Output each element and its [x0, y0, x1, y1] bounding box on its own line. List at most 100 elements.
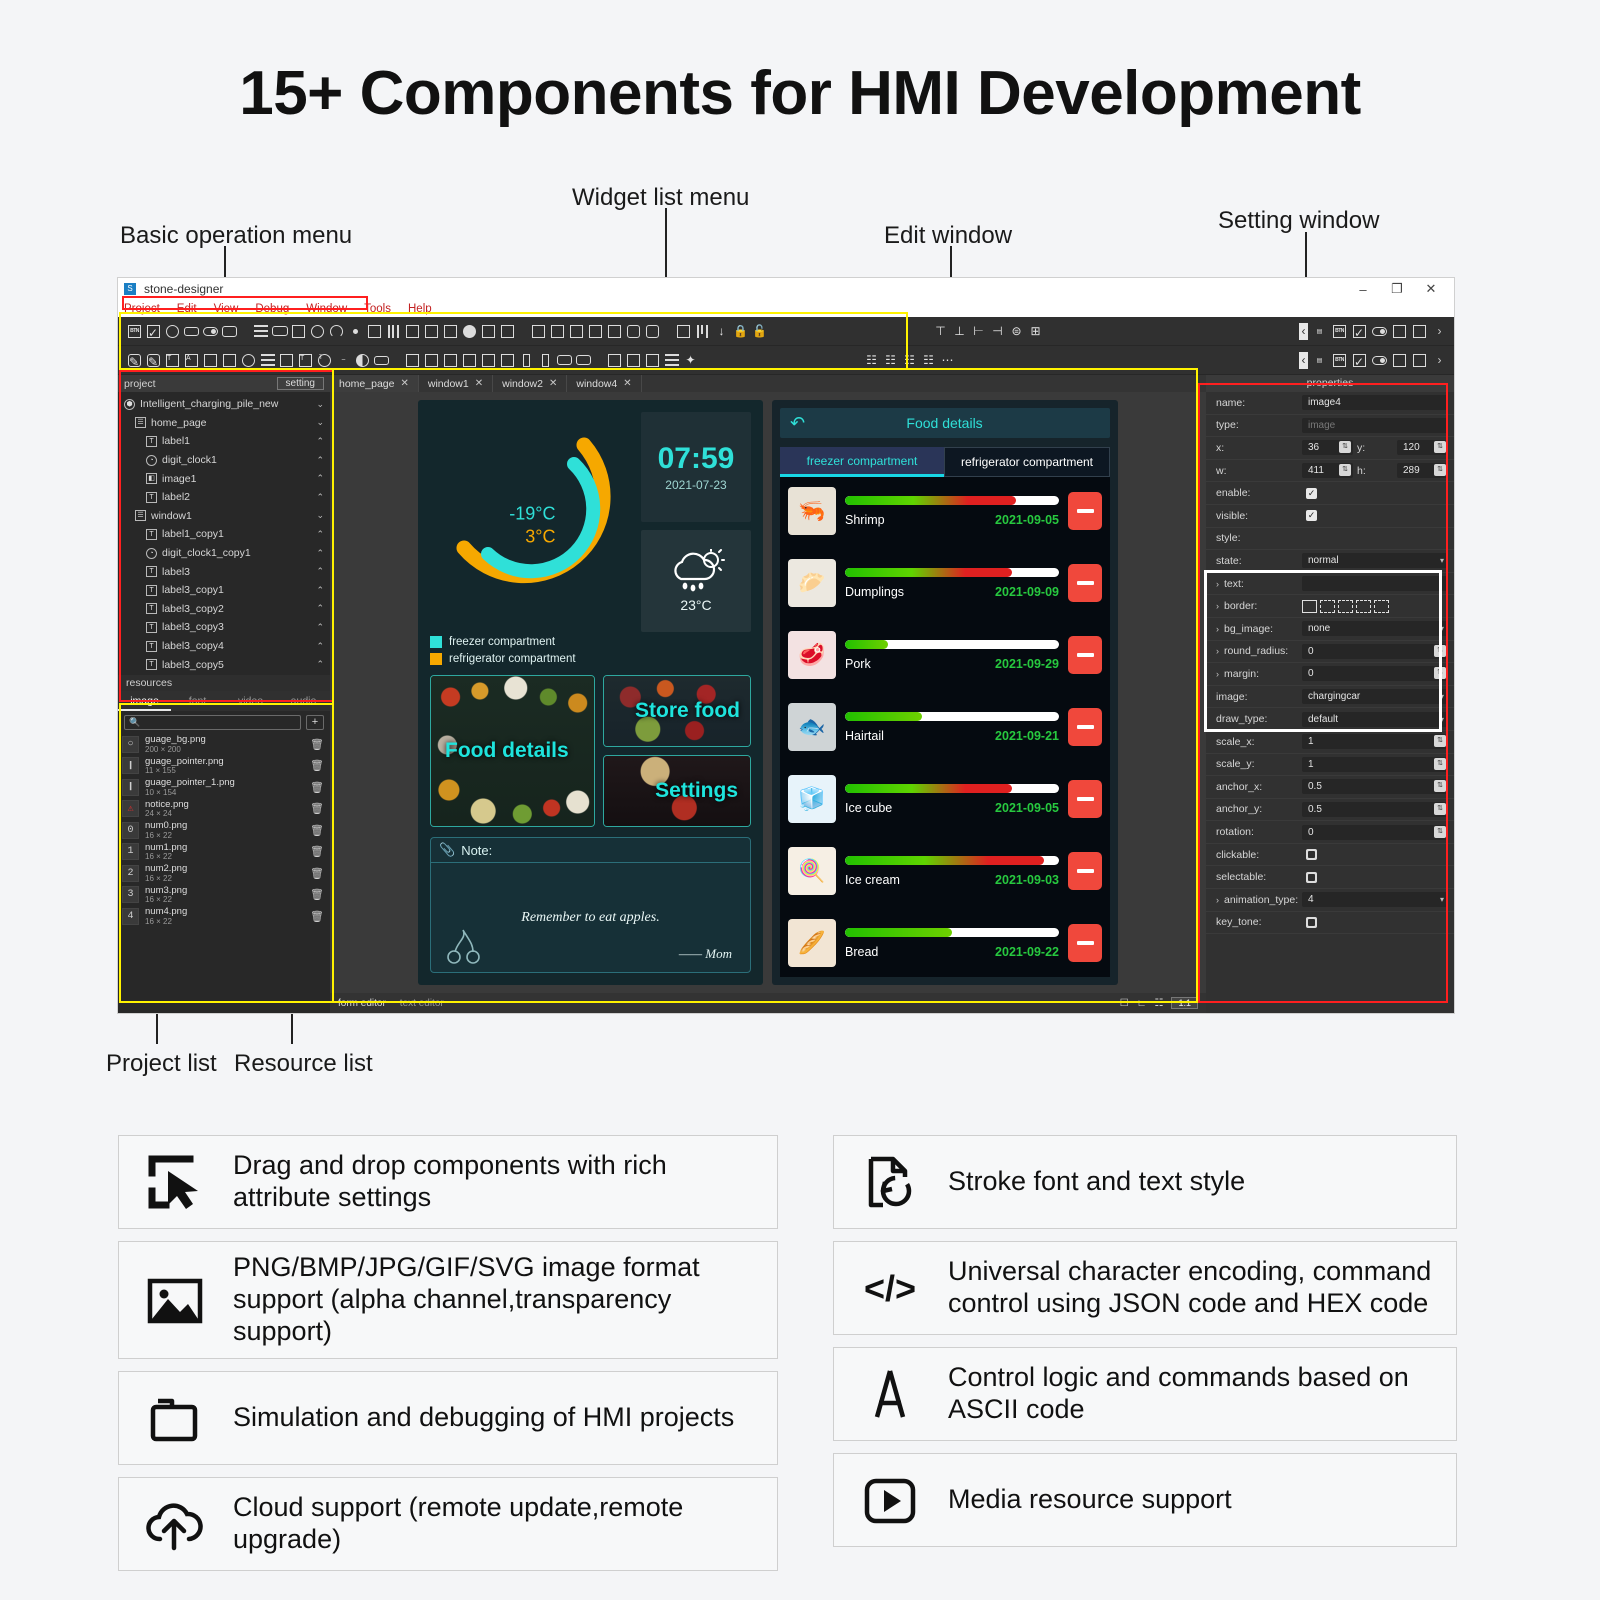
document-tab[interactable]: window4 ✕: [567, 375, 642, 392]
chart4-widget-icon[interactable]: [606, 323, 623, 340]
chevron-down-icon[interactable]: ⌄: [316, 417, 324, 428]
grid-icon[interactable]: ☷: [1155, 998, 1164, 1009]
property-number-input[interactable]: 411 ⇅: [1302, 463, 1353, 479]
menu-item-debug[interactable]: Debug: [255, 303, 289, 315]
spinner-icon[interactable]: ⇅: [1434, 644, 1446, 657]
spinner-icon[interactable]: ⇅: [1434, 735, 1446, 748]
tree-node[interactable]: ◔ digit_clock1 ⌃: [118, 451, 330, 470]
tree-node[interactable]: Tlabel3_copy3 ⌃: [118, 618, 330, 637]
tab-font[interactable]: font: [171, 691, 224, 711]
resource-item[interactable]: 0 num0.png 16 × 22 🗑: [118, 820, 330, 842]
property-spin-input[interactable]: 1 ⇅: [1302, 734, 1448, 750]
chevron-up-icon[interactable]: ⌃: [316, 641, 324, 652]
resource-item[interactable]: ❙ guage_pointer.png 11 × 155 🗑: [118, 755, 330, 777]
expand-arrow-icon[interactable]: ›: [1216, 624, 1219, 634]
border-style-option[interactable]: [1356, 599, 1371, 613]
zoom-level[interactable]: 1:1: [1171, 997, 1198, 1009]
grid2-icon[interactable]: [625, 352, 642, 369]
resource-item[interactable]: 4 num4.png 16 × 22 🗑: [118, 906, 330, 928]
tab-video[interactable]: video: [224, 691, 277, 711]
property-select[interactable]: default ▾: [1302, 711, 1448, 727]
delete-resource-icon[interactable]: 🗑: [310, 759, 324, 772]
property-text-input[interactable]: image4: [1302, 395, 1448, 411]
barcode-widget-icon[interactable]: [385, 323, 402, 340]
clock-widget-icon[interactable]: [309, 323, 326, 340]
chevron-down-icon[interactable]: ▾: [1440, 624, 1444, 633]
remove-food-button[interactable]: [1068, 780, 1102, 818]
align-center-h-icon[interactable]: ⊞: [1027, 323, 1044, 340]
property-select[interactable]: normal ▾: [1302, 553, 1448, 569]
scroll-right-icon-2[interactable]: ›: [1431, 352, 1448, 369]
panel-icon[interactable]: [202, 352, 219, 369]
border-style-option[interactable]: [1338, 599, 1353, 613]
tree-node[interactable]: ⬢ Intelligent_charging_pile_new ⌄: [118, 395, 330, 414]
store-food-tile[interactable]: Store food: [603, 675, 751, 747]
delete-resource-icon[interactable]: 🗑: [310, 867, 324, 880]
property-spin-input[interactable]: 1 ⇅: [1302, 756, 1448, 772]
text-frame-icon[interactable]: A: [183, 352, 200, 369]
chevron-down-icon[interactable]: ⌄: [316, 510, 324, 521]
close-button[interactable]: ✕: [1414, 281, 1448, 297]
remove-food-button[interactable]: [1068, 492, 1102, 530]
property-checkbox[interactable]: [1306, 916, 1317, 928]
spinner-icon[interactable]: ⇅: [1434, 802, 1446, 815]
carousel-icon[interactable]: [461, 352, 478, 369]
chart2-widget-icon[interactable]: [568, 323, 585, 340]
bar-chart-widget-icon[interactable]: [404, 323, 421, 340]
note-icon[interactable]: [278, 352, 295, 369]
camera-widget-icon[interactable]: [644, 323, 661, 340]
align-center-v-icon[interactable]: ⊜: [1008, 323, 1025, 340]
magic-icon[interactable]: ✦: [682, 352, 699, 369]
button-widget-icon-3[interactable]: BTN: [1331, 352, 1348, 369]
property-spin-input[interactable]: 0.5 ⇅: [1302, 779, 1448, 795]
delete-resource-icon[interactable]: 🗑: [310, 781, 324, 794]
tree-node[interactable]: ☰ window1 ⌄: [118, 507, 330, 526]
lock-closed-icon[interactable]: 🔒: [732, 323, 749, 340]
menu-item-tools[interactable]: Tools: [364, 303, 391, 315]
switch-widget-icon-3[interactable]: [1371, 352, 1388, 369]
close-tab-icon[interactable]: ✕: [623, 378, 631, 389]
qrcode-widget-icon[interactable]: [366, 323, 383, 340]
border-style-option[interactable]: [1374, 599, 1389, 613]
property-number-input-secondary[interactable]: 289 ⇅: [1397, 463, 1448, 479]
list3-icon[interactable]: [499, 352, 516, 369]
tag-icon[interactable]: [373, 352, 390, 369]
send-backward-icon[interactable]: ☷: [920, 352, 937, 369]
menu-item-view[interactable]: View: [214, 303, 239, 315]
slider-widget-icon[interactable]: [252, 323, 269, 340]
property-text-input[interactable]: [1302, 576, 1448, 592]
chevron-up-icon[interactable]: ⌃: [316, 492, 324, 503]
property-spin-input[interactable]: 0.5 ⇅: [1302, 801, 1448, 817]
scroll-left-icon[interactable]: ‹: [1299, 322, 1308, 340]
chevron-down-icon[interactable]: ▾: [1440, 895, 1444, 904]
align-left-icon[interactable]: ⊢: [970, 323, 987, 340]
tree-node[interactable]: Tlabel3_copy4 ⌃: [118, 637, 330, 656]
spinner-icon[interactable]: ⇅: [1339, 464, 1351, 477]
resource-item[interactable]: ○ guage_bg.png 200 × 200 🗑: [118, 734, 330, 756]
tree-node[interactable]: Tlabel1 ⌃: [118, 432, 330, 451]
remove-food-button[interactable]: [1068, 708, 1102, 746]
expand-arrow-icon[interactable]: ›: [1216, 646, 1219, 656]
food-details-tile[interactable]: Food details: [430, 675, 595, 827]
close-tab-icon[interactable]: ✕: [549, 378, 557, 389]
delete-resource-icon[interactable]: 🗑: [310, 845, 324, 858]
property-select[interactable]: chargingcar ▾: [1302, 689, 1448, 705]
checkbox-widget-icon[interactable]: ✓: [145, 323, 162, 340]
gauge-widget-icon[interactable]: [328, 323, 345, 340]
menu-item-help[interactable]: Help: [408, 303, 432, 315]
button-widget-icon[interactable]: BTN: [126, 323, 143, 340]
list4-icon[interactable]: [663, 352, 680, 369]
scroll-right-icon[interactable]: ›: [1431, 323, 1448, 340]
window2-icon[interactable]: [423, 352, 440, 369]
spinner-icon-secondary[interactable]: ⇅: [1434, 464, 1446, 477]
import-icon[interactable]: ↓: [713, 323, 730, 340]
more-options-icon[interactable]: ⋯: [939, 352, 956, 369]
tree-node[interactable]: Tlabel3 ⌃: [118, 562, 330, 581]
chevron-down-icon[interactable]: ⌄: [316, 399, 324, 410]
tree-node[interactable]: Tlabel3_copy5 ⌃: [118, 655, 330, 674]
chevron-up-icon[interactable]: ⌃: [316, 659, 324, 670]
property-spin-input[interactable]: 0 ⇅: [1302, 643, 1448, 659]
tree-node[interactable]: Tlabel3_copy1 ⌃: [118, 581, 330, 600]
bring-front-icon[interactable]: ☷: [863, 352, 880, 369]
chevron-up-icon[interactable]: ⌃: [316, 529, 324, 540]
